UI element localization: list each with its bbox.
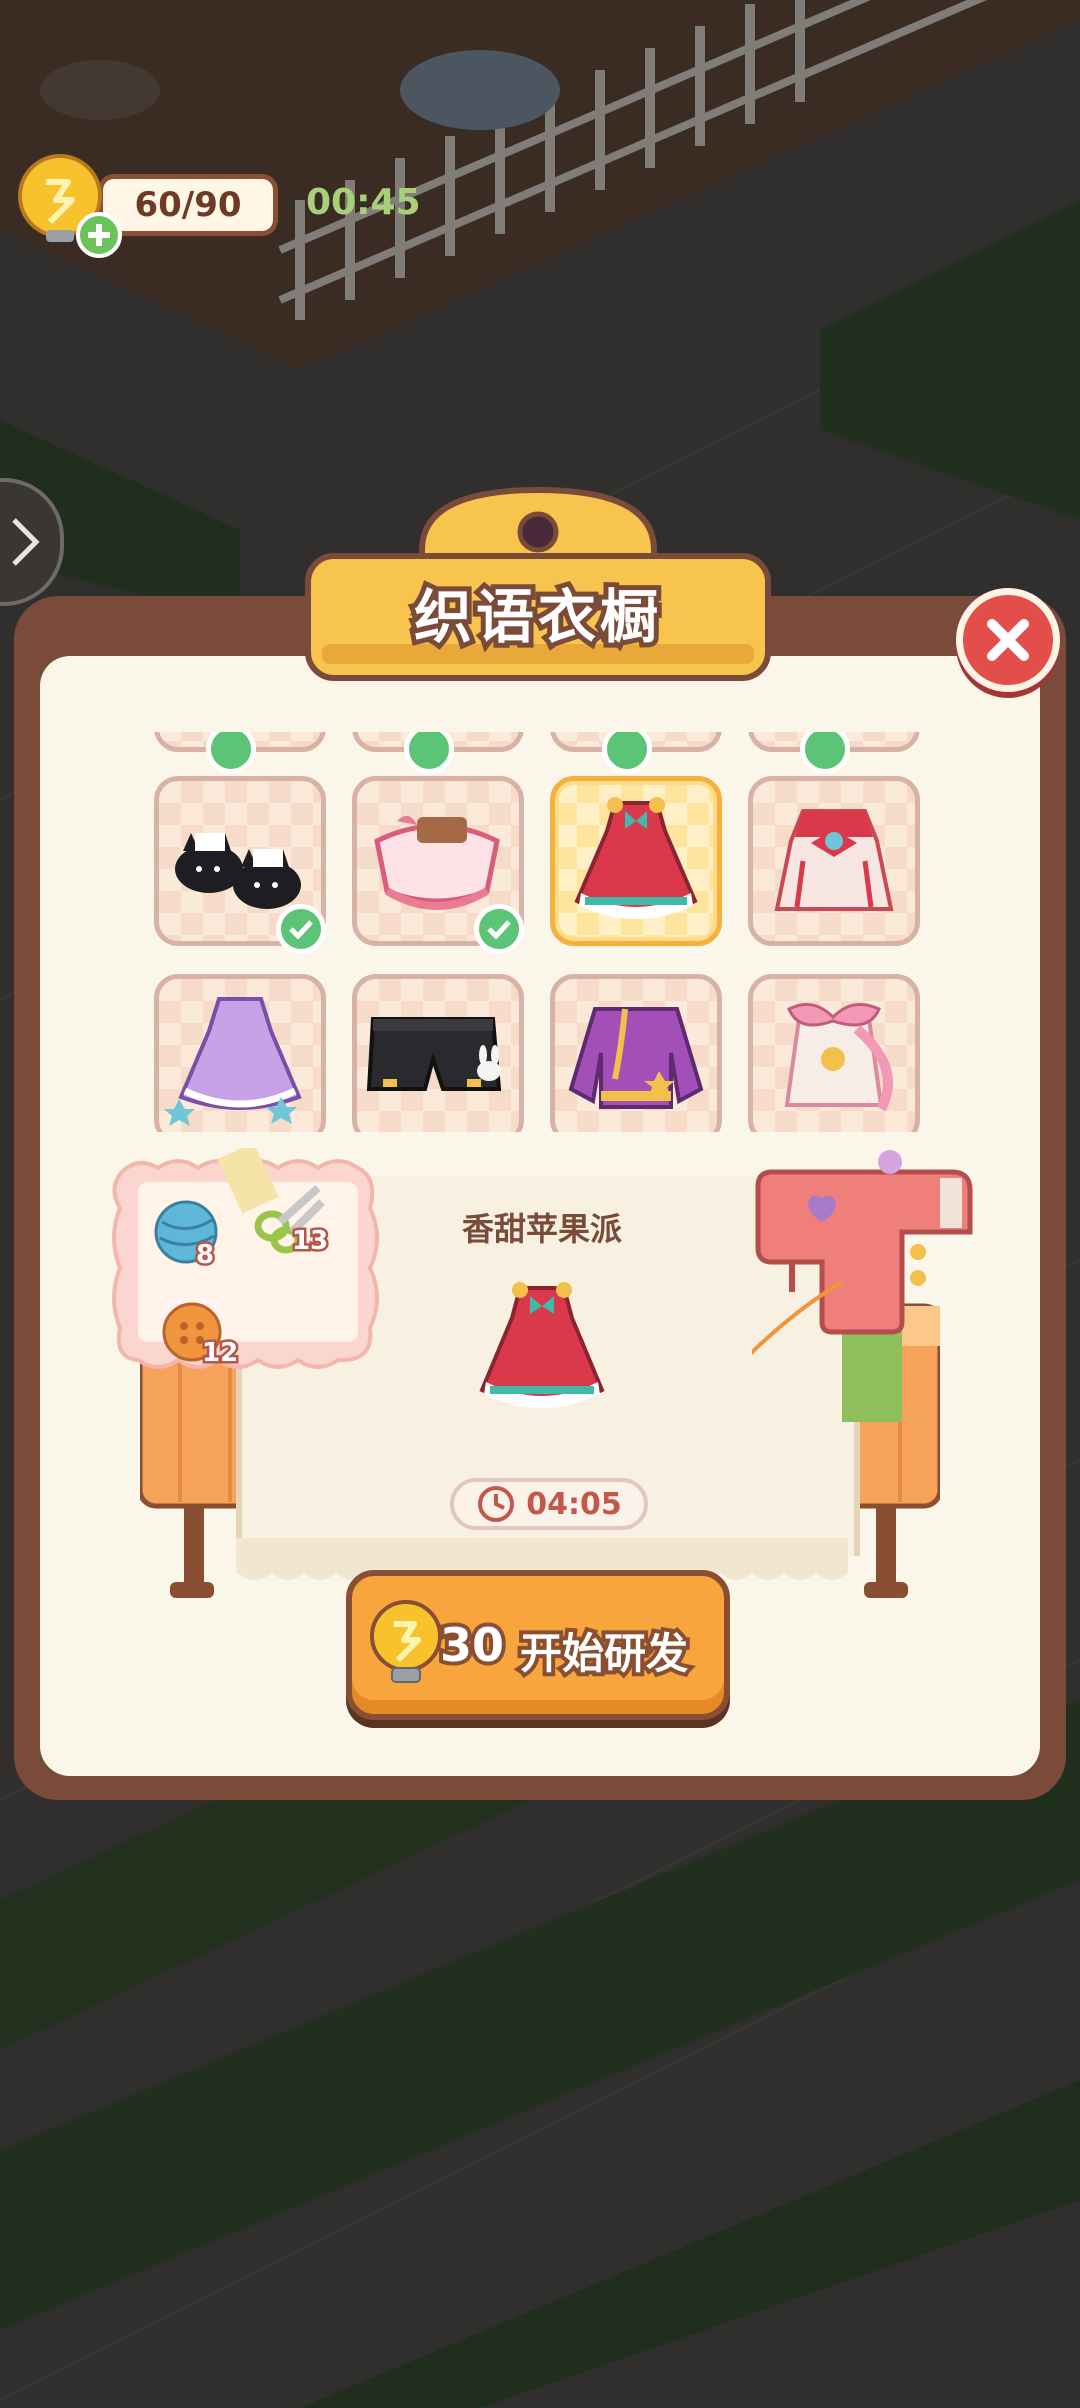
energy-counter: 60/90 (98, 174, 278, 236)
energy-value: 60/90 (134, 185, 242, 225)
wardrobe-item-red-white-dress[interactable] (748, 776, 920, 946)
completed-check-icon (404, 732, 454, 774)
materials-note (108, 1142, 388, 1378)
plus-icon (88, 224, 110, 246)
scissors-count: 13 (289, 1224, 330, 1259)
purple-dress-icon (164, 997, 302, 1126)
close-button[interactable] (956, 588, 1060, 692)
completed-check-icon (602, 732, 652, 774)
research-time-value: 04:05 (526, 1486, 622, 1522)
completed-check-icon (276, 904, 326, 954)
yarn-count: 8 (193, 1238, 216, 1273)
wardrobe-item-purple-coat[interactable] (550, 974, 722, 1132)
wardrobe-item-pink-bow-outfit[interactable] (748, 974, 920, 1132)
add-energy-button[interactable] (76, 212, 122, 258)
black-shorts-icon (366, 1017, 502, 1091)
start-label: 开始研发 (516, 1625, 692, 1682)
chevron-right-icon (12, 518, 40, 566)
completed-check-icon (474, 904, 524, 954)
recipe-preview-dress-icon (462, 1268, 622, 1428)
red-dress-icon (574, 797, 698, 919)
panel-title: 织语衣橱 (409, 578, 663, 656)
wardrobe-item-red-apple-dress[interactable] (550, 776, 722, 946)
wardrobe-grid[interactable] (140, 732, 940, 1132)
completed-check-icon (800, 732, 850, 774)
wardrobe-item-purple-star-dress[interactable] (154, 974, 326, 1132)
clock-icon (478, 1486, 515, 1522)
pink-bow-outfit-icon (784, 1003, 894, 1112)
purple-coat-icon (568, 1007, 704, 1109)
completed-check-icon (206, 732, 256, 774)
wardrobe-item-black-shorts[interactable] (352, 974, 524, 1132)
close-icon (987, 619, 1029, 661)
red-white-dress-icon (774, 809, 894, 911)
sewing-machine-icon (740, 1142, 982, 1442)
button-count: 12 (199, 1336, 240, 1371)
start-cost: 30 (436, 1614, 508, 1676)
energy-timer: 00:45 (306, 182, 421, 223)
research-time: 04:05 (450, 1478, 648, 1530)
